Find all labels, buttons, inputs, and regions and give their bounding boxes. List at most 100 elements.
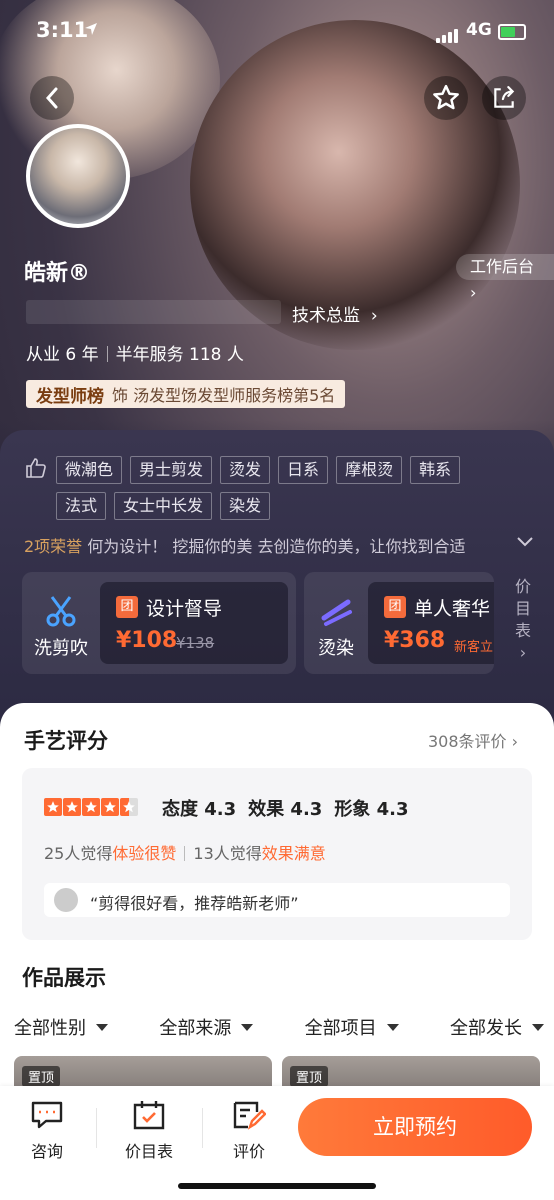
share-button[interactable]: [482, 76, 526, 120]
job-title: 技术总监: [292, 306, 360, 326]
chevron-right-icon: ›: [511, 732, 518, 751]
effect-score: 效果 4.3: [248, 799, 323, 820]
tag-chip: 男士剪发: [130, 456, 213, 484]
deal-title: 单人奢华: [414, 598, 491, 620]
new-customer-tag: 新客立: [454, 640, 494, 655]
filter-hair-length[interactable]: 全部发长: [450, 1014, 544, 1040]
divider: [184, 846, 186, 861]
rating-scores: 态度 4.3 效果 4.3 形象 4.3: [162, 795, 420, 821]
feel1-highlight: 体验很赞: [112, 844, 177, 863]
deal-price: ¥368: [384, 628, 446, 653]
service-deal[interactable]: 团 单人奢华 ¥368 新客立: [368, 582, 494, 664]
status-time: 3:11: [36, 18, 89, 42]
filter-label: 全部来源: [159, 1018, 232, 1039]
caret-down-icon: [96, 1023, 108, 1031]
service-card-perm-dye[interactable]: 烫染 团 单人奢华 ¥368 新客立: [304, 572, 494, 674]
quote-text: “剪得很好看，推荐皓新老师”: [90, 894, 299, 913]
service-deal[interactable]: 团 设计督导 ¥108 ¥138: [100, 582, 288, 664]
star-icon: [63, 798, 81, 816]
tag-chip: 烫发: [220, 456, 271, 484]
tag-chip: 摩根烫: [336, 456, 403, 484]
ranking-badge[interactable]: 发型师榜 饰 汤发型饧发型师服务榜第5名: [26, 380, 346, 408]
honor-count: 2项荣誉: [24, 537, 83, 556]
rating-stars: [44, 798, 139, 820]
workbench-link[interactable]: 工作后台 ›: [456, 254, 554, 302]
favorite-button[interactable]: [424, 76, 468, 120]
tag-chip: 韩系: [410, 456, 461, 484]
star-icon: [82, 798, 100, 816]
signal-icon: [436, 24, 460, 43]
status-bar: 3:11 4G: [0, 0, 554, 62]
review-quote[interactable]: “剪得很好看，推荐皓新老师”: [44, 883, 510, 917]
title-link[interactable]: 技术总监 ›: [292, 301, 378, 326]
honor-row[interactable]: 2项荣誉 何为设计！ 挖掘你的美 去创造你的美，让你找到合适: [24, 533, 524, 557]
service-label: 烫染: [318, 638, 354, 659]
tag-chip: 日系: [278, 456, 329, 484]
thumbs-up-icon: [26, 458, 46, 478]
price-list-link[interactable]: 价目表 ›: [510, 576, 536, 664]
tag-chip: 法式: [56, 492, 107, 520]
tag-chip: 微潮色: [56, 456, 123, 484]
price-list-button[interactable]: 价目表: [114, 1100, 184, 1162]
tag-chip: 女士中长发: [114, 492, 213, 520]
divider: [202, 1108, 203, 1148]
filter-gender[interactable]: 全部性别: [14, 1014, 108, 1040]
service-card-wash-cut[interactable]: 洗剪吹 团 设计督导 ¥108 ¥138: [22, 572, 296, 674]
review-count-link[interactable]: 308条评价 ›: [428, 728, 518, 752]
price-list-label: 价目表: [514, 577, 531, 640]
curling-iron-icon: [321, 599, 352, 626]
feel1-prefix: 25人觉得: [44, 844, 113, 863]
review-count: 308条评价: [427, 732, 507, 751]
stylist-stats: 从业 6 年半年服务 118 人: [26, 340, 244, 365]
review-button[interactable]: 评价: [214, 1100, 284, 1162]
service-label: 洗剪吹: [34, 638, 88, 659]
chevron-right-icon: ›: [470, 283, 477, 302]
works-filters: 全部性别 全部来源 全部项目 全部发长: [14, 1014, 544, 1040]
star-icon: [101, 798, 119, 816]
chevron-down-icon[interactable]: [516, 534, 534, 548]
deal-title: 设计督导: [146, 598, 223, 620]
chat-icon: [31, 1101, 63, 1129]
review-highlights: 25人觉得体验很赞 13人觉得效果满意: [44, 840, 326, 864]
filter-label: 全部性别: [14, 1018, 86, 1039]
ranking-tag: 发型师榜: [36, 386, 104, 407]
star-icon: [44, 798, 62, 816]
scissors-icon: [46, 596, 76, 627]
filter-source[interactable]: 全部来源: [159, 1014, 254, 1040]
section-title-rating: 手艺评分: [24, 729, 108, 753]
battery-icon: [498, 24, 526, 40]
caret-down-icon: [531, 1023, 544, 1031]
stylist-name: 皓新®: [24, 261, 91, 286]
star-outline-icon: [433, 84, 459, 110]
pinned-badge: 置顶: [290, 1066, 329, 1087]
attitude-score: 态度 4.3: [162, 799, 237, 820]
chevron-right-icon: ›: [370, 306, 378, 326]
caret-down-icon: [386, 1023, 399, 1031]
caret-down-icon: [241, 1023, 254, 1031]
filter-label: 全部项目: [304, 1018, 377, 1039]
book-now-button[interactable]: 立即预约: [298, 1098, 532, 1156]
calendar-check-icon: [133, 1101, 165, 1130]
consult-button[interactable]: 咨询: [12, 1100, 82, 1162]
home-indicator: [178, 1183, 376, 1189]
honor-text: 何为设计！ 挖掘你的美 去创造你的美，让你找到合适: [87, 537, 466, 556]
filter-label: 全部发长: [449, 1018, 522, 1039]
reviewer-avatar: [54, 888, 78, 912]
price-list-tab-label: 价目表: [124, 1142, 173, 1161]
feel2-prefix: 13人觉得: [193, 844, 262, 863]
share-icon: [494, 86, 515, 108]
served-count: 半年服务 118 人: [115, 345, 244, 365]
section-title-works: 作品展示: [22, 966, 106, 990]
star-half-icon: [120, 798, 138, 816]
filter-service[interactable]: 全部项目: [305, 1014, 399, 1040]
back-button[interactable]: [30, 76, 74, 120]
original-price: ¥138: [176, 634, 215, 652]
divider: [106, 346, 108, 362]
pinned-badge: 置顶: [22, 1066, 61, 1087]
tag-chip: 染发: [220, 492, 271, 520]
avatar[interactable]: [26, 124, 130, 228]
chevron-left-icon: [45, 87, 58, 109]
workbench-label: 工作后台: [470, 257, 535, 276]
chevron-right-icon: ›: [519, 643, 527, 662]
network-type: 4G: [466, 20, 492, 40]
